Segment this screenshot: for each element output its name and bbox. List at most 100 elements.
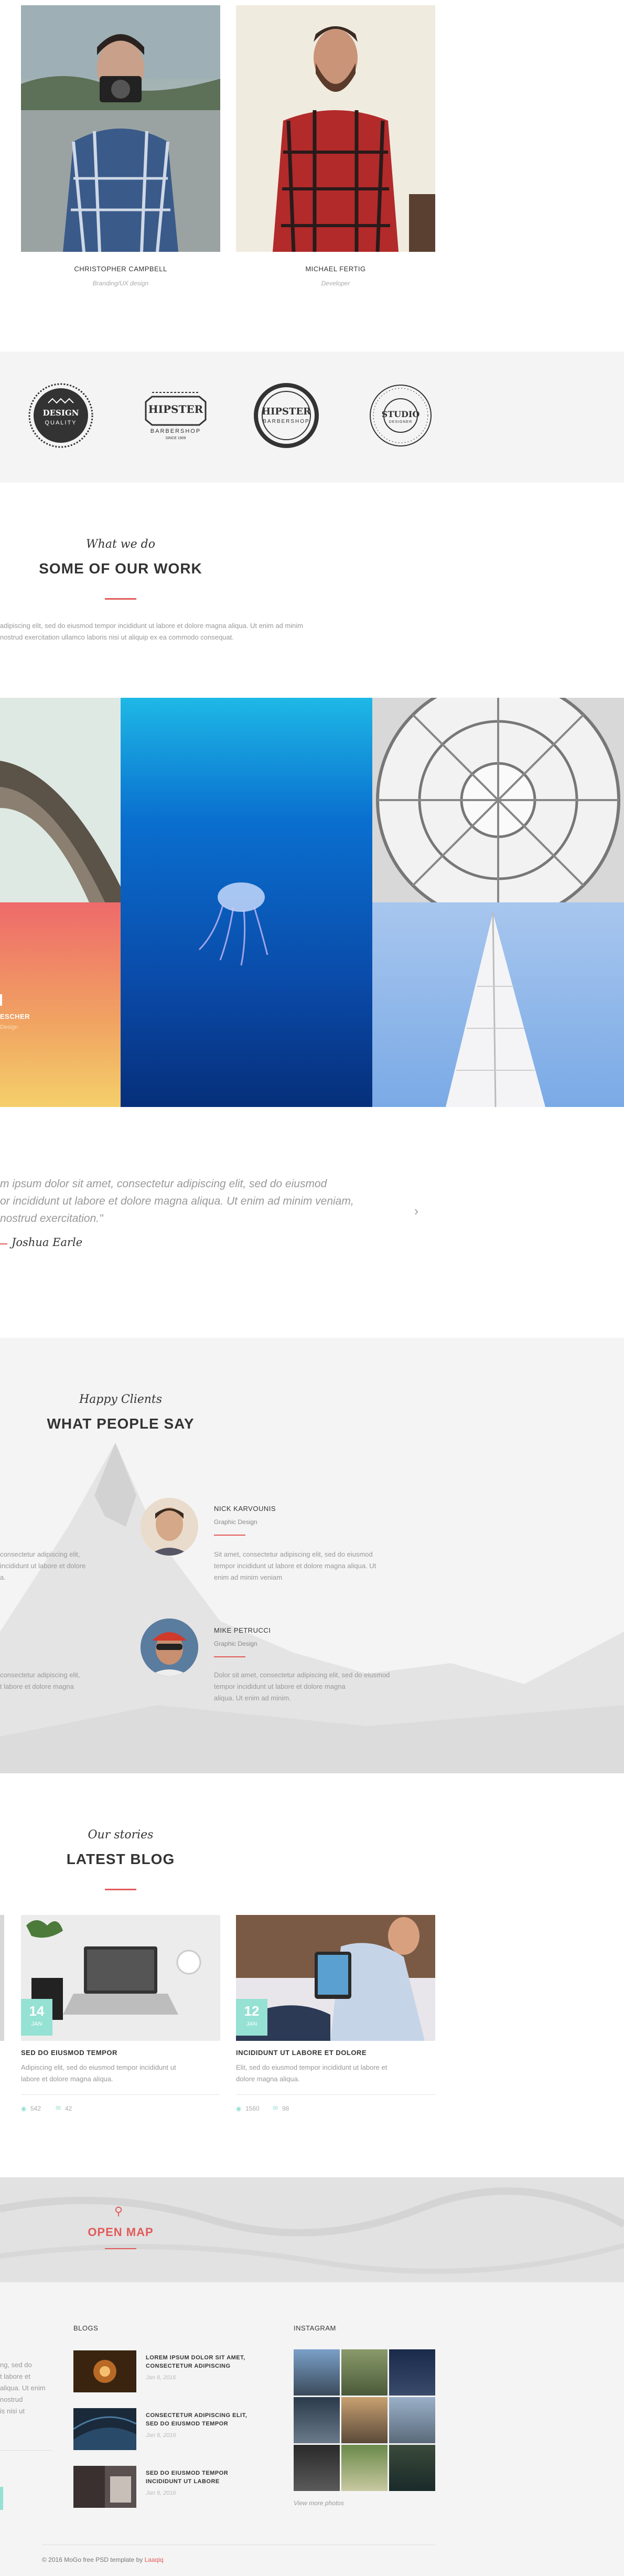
testimonial-partial-2-line1: consectetur adipiscing elit, — [0, 1671, 80, 1679]
testimonial-mike-role: Graphic Design — [214, 1640, 257, 1647]
gallery-dome-image[interactable] — [372, 698, 624, 902]
blog-post-2-divider — [236, 2094, 435, 2095]
team-photo-michael — [236, 5, 435, 252]
blog-title-underline — [105, 1889, 136, 1890]
footer-partial-accent — [0, 2487, 3, 2510]
blog-post-1-day: 14 — [29, 2003, 45, 2019]
gallery-skyscraper-image[interactable] — [372, 902, 624, 1107]
blog-post-1-divider — [21, 2094, 220, 2095]
instagram-photo-8[interactable] — [341, 2445, 388, 2491]
footer-blog-2-date: Jan 9, 2016 — [146, 2432, 176, 2439]
testimonials-title: WHAT PEOPLE SAY — [47, 1415, 195, 1432]
blog-post-2-views-icon: ◉ — [236, 2105, 242, 2112]
testimonial-mike-name: MIKE PETRUCCI — [214, 1626, 271, 1634]
footer-blog-2-thumb[interactable] — [73, 2408, 136, 2450]
testimonial-mike-text3: aliqua. Ut enim ad minim. — [214, 1694, 291, 1702]
gallery-bridge-image[interactable] — [0, 698, 121, 902]
testimonials-section: Happy Clients WHAT PEOPLE SAY consectetu… — [0, 1338, 624, 1773]
footer-partial-line3: aliqua. Ut enim — [0, 2384, 46, 2392]
avatar-nick — [141, 1498, 198, 1556]
map-section[interactable]: ⚲ OPEN MAP — [0, 2177, 624, 2282]
map-pin-icon: ⚲ — [114, 2205, 123, 2218]
team-name-christopher: CHRISTOPHER CAMPBELL — [74, 265, 167, 273]
team-photo-christopher — [21, 5, 220, 252]
gallery-overlay-sub: Design — [0, 1024, 18, 1030]
blog-post-1-views: 542 — [30, 2105, 41, 2112]
instagram-photo-3[interactable] — [389, 2349, 435, 2396]
quote-author: Joshua Earle — [12, 1236, 83, 1249]
copyright-text: © 2016 MoGo free PSD template by — [42, 2556, 143, 2563]
footer-partial-line1: ng, sed do — [0, 2361, 32, 2369]
round-badge-line1: HIPSTER — [261, 406, 311, 417]
instagram-photo-9[interactable] — [389, 2445, 435, 2491]
blog-post-1-image[interactable]: 14 JAN — [21, 1915, 220, 2041]
testimonial-mike-text2: tempor incididunt ut labore et dolore ma… — [214, 1683, 346, 1690]
footer-partial-line2: t labore et — [0, 2372, 30, 2380]
footer-blogs-title: BLOGS — [73, 2324, 99, 2332]
hipster-badge-line2: BARBERSHOP — [150, 428, 201, 434]
hipster-badge-line1: HIPSTER — [148, 403, 203, 416]
instagram-photo-4[interactable] — [294, 2397, 340, 2443]
footer-blog-3-title2[interactable]: INCIDIDUNT UT LABORE — [146, 2478, 220, 2485]
testimonial-partial-1-line1: consectetur adipiscing elit, — [0, 1550, 80, 1558]
instagram-photo-5[interactable] — [341, 2397, 388, 2443]
blog-post-1-views-icon: ◉ — [21, 2105, 27, 2112]
footer-partial-line5: is nisi ut — [0, 2407, 25, 2415]
gallery-jellyfish-image[interactable] — [121, 698, 372, 1107]
blog-post-2-image[interactable]: 12 JAN — [236, 1915, 435, 2041]
testimonials-script: Happy Clients — [79, 1393, 163, 1406]
gallery-overlay-mark — [0, 994, 2, 1006]
gallery-overlay-title: ESCHER — [0, 1013, 30, 1020]
footer-blog-3-date: Jan 9, 2016 — [146, 2490, 176, 2496]
blog-post-2-day: 12 — [244, 2003, 260, 2019]
blog-post-2-text2: dolore magna aliqua. — [236, 2075, 300, 2083]
testimonial-mike-underline — [214, 1656, 245, 1657]
work-script-heading: What we do — [86, 538, 155, 551]
avatar-mike — [141, 1619, 198, 1676]
instagram-photo-6[interactable] — [389, 2397, 435, 2443]
map-underline — [105, 2248, 136, 2249]
blog-post-2-comments: 98 — [282, 2105, 289, 2112]
blog-post-1-month: JAN — [31, 2021, 42, 2027]
team-role-michael: Developer — [321, 280, 350, 287]
copyright: © 2016 MoGo free PSD template by Laaqiq — [42, 2556, 164, 2563]
footer-partial-line4: nostrud — [0, 2396, 23, 2403]
hipster-badge-line3: SINCE 1909 — [165, 437, 186, 440]
instagram-more-link[interactable]: View more photos — [294, 2499, 344, 2507]
instagram-photo-2[interactable] — [341, 2349, 388, 2396]
blog-script: Our stories — [88, 1828, 154, 1841]
footer-blog-2-title2[interactable]: SED DO EIUSMOD TEMPOR — [146, 2421, 228, 2427]
testimonial-partial-2-line2: t labore et dolore magna — [0, 1683, 74, 1690]
testimonial-partial-1-line2: incididunt ut labore et dolore — [0, 1562, 86, 1570]
team-name-michael: MICHAEL FERTIG — [305, 265, 366, 273]
footer-blog-1-title1[interactable]: LOREM IPSUM DOLOR SIT AMET, — [146, 2355, 245, 2361]
design-quality-line1: DESIGN — [42, 408, 79, 418]
footer-blog-3-thumb[interactable] — [73, 2466, 136, 2508]
blog-post-2-date-badge: 12 JAN — [236, 1999, 267, 2036]
work-title-underline — [105, 598, 136, 600]
footer-blog-3-title1[interactable]: SED DO EIUSMOD TEMPOR — [146, 2470, 228, 2476]
testimonial-nick-role: Graphic Design — [214, 1518, 257, 1526]
testimonial-nick-text3: enim ad minim veniam — [214, 1573, 283, 1581]
gallery-sunset-image[interactable]: ESCHER Design — [0, 902, 121, 1107]
instagram-grid — [294, 2349, 435, 2491]
work-text-line2: nostrud exercitation ullamco laboris nis… — [0, 633, 234, 641]
testimonial-nick-name: NICK KARVOUNIS — [214, 1505, 276, 1513]
footer-blog-2-title1[interactable]: CONSECTETUR ADIPISCING ELIT, — [146, 2412, 247, 2419]
copyright-author-link[interactable]: Laaqiq — [145, 2556, 164, 2563]
instagram-photo-7[interactable] — [294, 2445, 340, 2491]
quote-line2: or incididunt ut labore et dolore magna … — [0, 1195, 354, 1207]
footer-blog-1-thumb[interactable] — [73, 2350, 136, 2392]
blog-post-2-title[interactable]: INCIDIDUNT UT LABORE ET DOLORE — [236, 2049, 367, 2057]
blog-post-2-month: JAN — [246, 2021, 257, 2027]
quote-next-arrow-icon[interactable]: › — [414, 1204, 418, 1219]
footer-blog-1-title2[interactable]: CONSECTETUR ADIPISCING — [146, 2363, 231, 2369]
blog-post-partial-edge — [0, 1915, 4, 2041]
instagram-photo-1[interactable] — [294, 2349, 340, 2396]
map-label[interactable]: OPEN MAP — [0, 2226, 241, 2239]
blog-post-1-comments: 42 — [65, 2105, 72, 2112]
blog-post-1-text1: Adipiscing elit, sed do eiusmod tempor i… — [21, 2063, 176, 2071]
studio-badge-line2: DESIGNER — [389, 420, 413, 424]
testimonial-nick-underline — [214, 1535, 245, 1536]
blog-post-1-title[interactable]: SED DO EIUSMOD TEMPOR — [21, 2049, 117, 2057]
